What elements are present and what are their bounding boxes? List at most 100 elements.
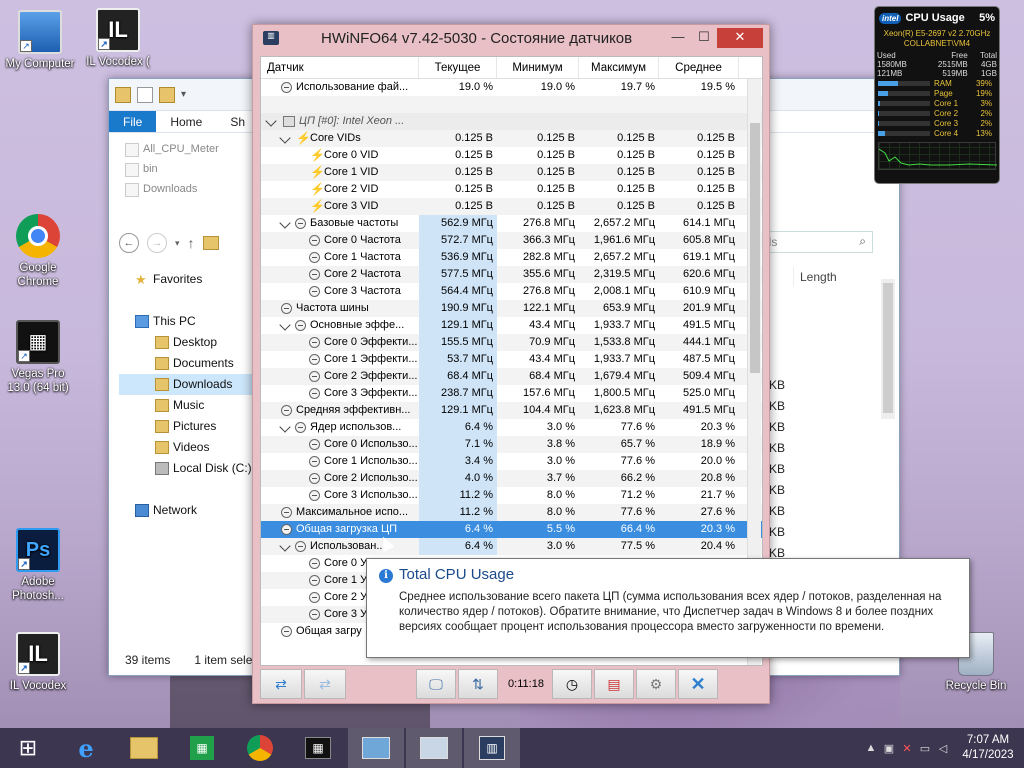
- column-header-avg[interactable]: Среднее: [659, 57, 739, 78]
- desktop-icon-vegas[interactable]: ▦ ↗ Vegas Pro 13.0 (64 bit): [0, 320, 76, 395]
- desktop-icon-il-vocodex-top[interactable]: IL ↗ IL Vocodex (: [80, 8, 156, 69]
- nav-music[interactable]: Music: [119, 395, 259, 416]
- tray-flag-icon[interactable]: ✕: [898, 742, 916, 755]
- sensor-row[interactable]: Использование фай... 19.0 % 19.0 % 19.7 % 19…: [261, 79, 762, 96]
- new-folder-icon[interactable]: [159, 86, 175, 103]
- sensor-row[interactable]: Core 3 Эффекти... 238.7 МГц 157.6 МГц 1,800…: [261, 385, 762, 402]
- nav-favorites[interactable]: ★ Favorites: [119, 269, 259, 290]
- navigate-arrows-alt-icon[interactable]: ⇄: [304, 669, 346, 699]
- sensor-group-row[interactable]: ЦП [#0]: Intel Xeon ...: [261, 113, 762, 130]
- maximize-button[interactable]: ☐: [691, 28, 717, 48]
- expand-chevron-icon[interactable]: [265, 115, 277, 127]
- taskbar-chrome[interactable]: [232, 728, 288, 768]
- sensor-row[interactable]: Базовые частоты 562.9 МГц 276.8 МГц 2,657.2…: [261, 215, 762, 232]
- navigate-arrows-icon[interactable]: ⇄: [260, 669, 302, 699]
- sensor-row[interactable]: Ядер использов... 6.4 % 3.0 % 77.6 % 20.3 %: [261, 419, 762, 436]
- sensor-row[interactable]: Core 0 Использо... 7.1 % 3.8 % 65.7 % 18.9 %: [261, 436, 762, 453]
- clock-icon[interactable]: ◷: [552, 669, 592, 699]
- minimize-button[interactable]: —: [665, 28, 691, 48]
- scrollbar-thumb[interactable]: [750, 123, 760, 373]
- recent-item[interactable]: Downloads: [119, 179, 249, 199]
- expand-chevron-icon[interactable]: [279, 540, 291, 552]
- desktop-icon-chrome[interactable]: Google Chrome: [0, 214, 76, 289]
- taskbar-cpu-meter[interactable]: [348, 728, 404, 768]
- sensor-row[interactable]: Core 1 Использо... 3.4 % 3.0 % 77.6 % 20.0 %: [261, 453, 762, 470]
- close-button[interactable]: ✕: [717, 28, 763, 48]
- sensor-row[interactable]: ⚡ Core 2 VID 0.125 В 0.125 В 0.125 В 0.125 В: [261, 181, 762, 198]
- recent-item[interactable]: All_CPU_Meter: [119, 139, 249, 159]
- nav-network[interactable]: Network: [119, 500, 259, 521]
- column-header-length[interactable]: Length: [793, 267, 889, 287]
- sensor-row[interactable]: Core 1 Эффекти... 53.7 МГц 43.4 МГц 1,933.7…: [261, 351, 762, 368]
- expand-chevron-icon[interactable]: [279, 421, 291, 433]
- column-header-min[interactable]: Минимум: [497, 57, 579, 78]
- sensor-row[interactable]: Core 2 Частота 577.5 МГц 355.6 МГц 2,319.5 …: [261, 266, 762, 283]
- report-delete-icon[interactable]: ▤: [594, 669, 634, 699]
- folder-icon[interactable]: [115, 86, 131, 103]
- recent-item[interactable]: bin: [119, 159, 249, 179]
- properties-icon[interactable]: [137, 86, 153, 103]
- expand-chevron-icon[interactable]: [279, 132, 291, 144]
- hwinfo-titlebar[interactable]: ▥ HWiNFO64 v7.42-5030 - Состояние датчик…: [253, 25, 769, 51]
- sensor-row[interactable]: Частота шины 190.9 МГц 122.1 МГц 653.9 МГц 2…: [261, 300, 762, 317]
- sensor-row[interactable]: ⚡ Core 1 VID 0.125 В 0.125 В 0.125 В 0.125 В: [261, 164, 762, 181]
- monitor-icon[interactable]: 🖵: [416, 669, 456, 699]
- back-icon[interactable]: ←: [119, 233, 139, 253]
- sensor-row[interactable]: Core 3 Использо... 11.2 % 8.0 % 71.2 % 21.7 …: [261, 487, 762, 504]
- column-header-sensor[interactable]: Датчик: [261, 57, 419, 78]
- nav-videos[interactable]: Videos: [119, 437, 259, 458]
- sensor-row[interactable]: Общая загрузка ЦП 6.4 % 5.5 % 66.4 % 20.3 %: [261, 521, 762, 538]
- chevron-up-icon[interactable]: ▲: [862, 742, 880, 754]
- sensor-row[interactable]: Использован... 6.4 % 3.0 % 77.5 % 20.4 %: [261, 538, 762, 555]
- sensor-row[interactable]: Основные эффе... 129.1 МГц 43.4 МГц 1,933.7…: [261, 317, 762, 334]
- explorer-scrollbar[interactable]: [881, 279, 895, 419]
- desktop-icon-il-vocodex[interactable]: IL ↗ IL Vocodex: [0, 632, 76, 693]
- sensor-row[interactable]: Core 1 Частота 536.9 МГц 282.8 МГц 2,657.2 …: [261, 249, 762, 266]
- taskbar-ie[interactable]: e: [58, 728, 114, 768]
- expand-chevron-icon[interactable]: [279, 217, 291, 229]
- ribbon-tab-file[interactable]: File: [109, 111, 157, 132]
- desktop-icon-my-computer[interactable]: ↗ My Computer: [2, 10, 78, 71]
- sensor-row[interactable]: Core 0 Эффекти... 155.5 МГц 70.9 МГц 1,533.…: [261, 334, 762, 351]
- network-icon[interactable]: ▭: [916, 742, 934, 755]
- sensor-row[interactable]: Core 2 Использо... 4.0 % 3.7 % 66.2 % 20.8 %: [261, 470, 762, 487]
- close-x-icon[interactable]: ✕: [678, 669, 718, 699]
- nav-desktop[interactable]: Desktop: [119, 332, 259, 353]
- forward-icon[interactable]: →: [147, 233, 167, 253]
- taskbar-explorer[interactable]: [116, 728, 172, 768]
- up-arrow-icon[interactable]: ↑: [188, 235, 195, 251]
- sensor-row[interactable]: Core 3 Частота 564.4 МГц 276.8 МГц 2,008.1 …: [261, 283, 762, 300]
- volume-muted-icon[interactable]: ◁: [934, 742, 952, 755]
- settings-gear-icon[interactable]: ⚙: [636, 669, 676, 699]
- sensor-row[interactable]: Core 0 Частота 572.7 МГц 366.3 МГц 1,961.6 …: [261, 232, 762, 249]
- taskbar-vegas[interactable]: ▦: [290, 728, 346, 768]
- nav-pictures[interactable]: Pictures: [119, 416, 259, 437]
- nav-documents[interactable]: Documents: [119, 353, 259, 374]
- taskbar-remote[interactable]: [406, 728, 462, 768]
- chevron-down-icon[interactable]: ▾: [181, 89, 186, 100]
- taskbar-hwinfo[interactable]: ▥: [464, 728, 520, 768]
- clock[interactable]: 7:07 AM 4/17/2023: [952, 733, 1024, 763]
- nav-local-disk[interactable]: Local Disk (C:): [119, 458, 259, 479]
- sensor-row[interactable]: [261, 96, 762, 113]
- sensor-row[interactable]: ⚡ Core 0 VID 0.125 В 0.125 В 0.125 В 0.125 В: [261, 147, 762, 164]
- sensor-row[interactable]: Средняя эффективн... 129.1 МГц 104.4 МГц 1,…: [261, 402, 762, 419]
- nav-this-pc[interactable]: This PC: [119, 311, 259, 332]
- sensor-row[interactable]: Максимальное испо... 11.2 % 8.0 % 77.6 % 27.…: [261, 504, 762, 521]
- scrollbar-thumb[interactable]: [883, 283, 893, 413]
- nav-downloads[interactable]: Downloads: [119, 374, 259, 395]
- taskbar-store[interactable]: ▦: [174, 728, 230, 768]
- cpu-usage-gadget[interactable]: intel CPU Usage 5% Xeon(R) E5-2697 v2 2.…: [874, 6, 1000, 184]
- column-header-max[interactable]: Максимум: [579, 57, 659, 78]
- sensor-row[interactable]: Core 2 Эффекти... 68.4 МГц 68.4 МГц 1,679.4…: [261, 368, 762, 385]
- network-icon[interactable]: ⇅: [458, 669, 498, 699]
- expand-chevron-icon[interactable]: [279, 319, 291, 331]
- sensor-row[interactable]: ⚡ Core VIDs 0.125 В 0.125 В 0.125 В 0.125 В: [261, 130, 762, 147]
- sensor-row[interactable]: ⚡ Core 3 VID 0.125 В 0.125 В 0.125 В 0.125 В: [261, 198, 762, 215]
- desktop-icon-photoshop[interactable]: Ps ↗ Adobe Photosh...: [0, 528, 76, 603]
- tray-app-icon[interactable]: ▣: [880, 742, 898, 755]
- start-button[interactable]: ⊞: [0, 728, 56, 768]
- chevron-down-icon[interactable]: ▾: [175, 238, 180, 249]
- ribbon-tab-home[interactable]: Home: [156, 111, 216, 132]
- column-header-current[interactable]: Текущее: [419, 57, 497, 78]
